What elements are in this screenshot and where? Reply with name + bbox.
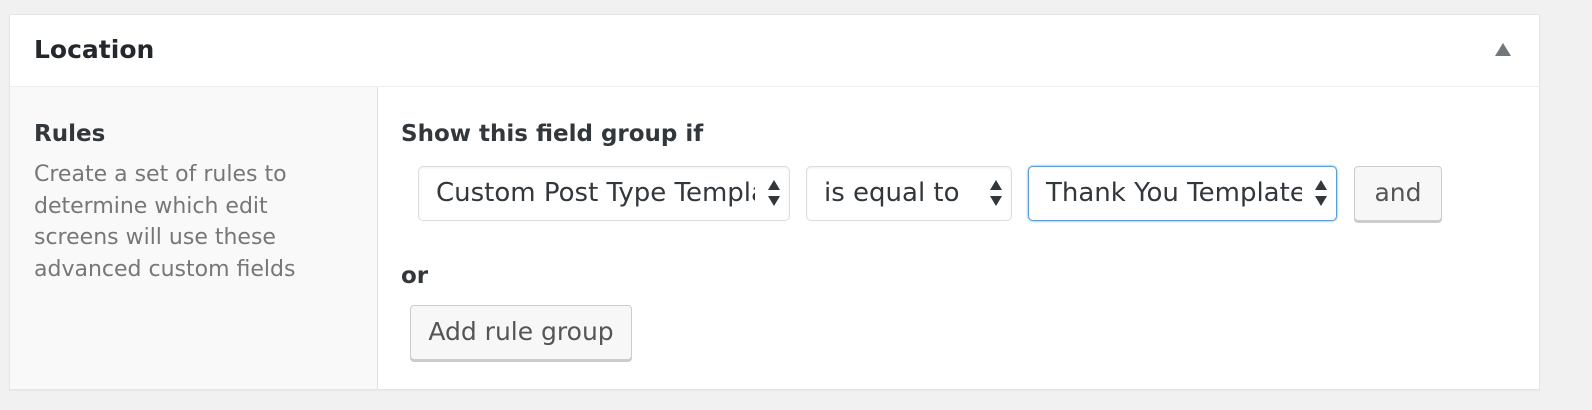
rule-operator-value: is equal to — [824, 178, 960, 208]
postbox-body: Rules Create a set of rules to determine… — [10, 87, 1539, 389]
postbox-header[interactable]: Location — [10, 15, 1539, 87]
or-label: or — [401, 263, 429, 289]
rules-description: Create a set of rules to determine which… — [34, 162, 296, 282]
postbox-title: Location — [34, 35, 155, 64]
field-label-column: Rules Create a set of rules to determine… — [10, 87, 378, 389]
collapse-triangle-icon[interactable] — [1495, 43, 1511, 56]
rule-value-value: Thank You Template — [1046, 178, 1302, 208]
select-arrows-icon — [990, 180, 1002, 206]
rule-operator-select[interactable]: is equal to — [806, 166, 1012, 221]
rule-param-value: Custom Post Type Template — [436, 178, 755, 208]
field-input-column: Show this field group if Custom Post Typ… — [378, 87, 1539, 389]
select-arrows-icon — [768, 180, 780, 206]
location-postbox: Location Rules Create a set of rules to … — [9, 14, 1540, 390]
add-rule-group-button[interactable]: Add rule group — [410, 305, 632, 360]
rule-value-select[interactable]: Thank You Template — [1028, 166, 1337, 221]
rule-param-select[interactable]: Custom Post Type Template — [418, 166, 790, 221]
add-and-rule-button[interactable]: and — [1354, 166, 1442, 221]
rule-group-title: Show this field group if — [401, 121, 704, 147]
select-arrows-icon — [1315, 180, 1327, 206]
rules-label: Rules — [34, 121, 106, 147]
